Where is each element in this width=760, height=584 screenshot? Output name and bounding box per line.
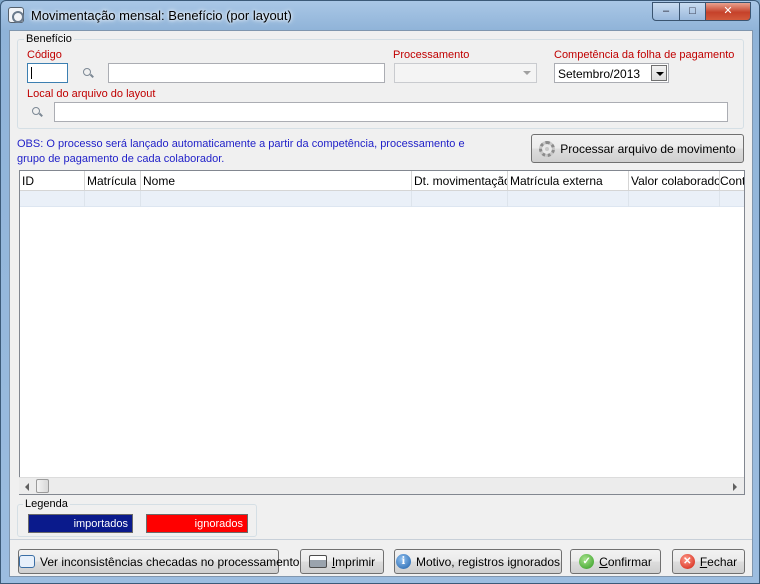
print-button[interactable]: Imprimir (300, 549, 384, 574)
confirm-label: Confirmar (599, 554, 652, 569)
close-circle-icon: ✕ (679, 554, 695, 570)
scroll-thumb[interactable] (36, 479, 49, 493)
processamento-dropdown-button[interactable] (519, 65, 535, 81)
column-header-matricula-externa[interactable]: Matrícula externa (508, 171, 629, 191)
arrow-right-icon (733, 483, 737, 491)
local-arquivo-label: Local do arquivo do layout (27, 88, 156, 100)
beneficio-descricao-input[interactable] (108, 63, 385, 83)
column-header-dt-movimentacao[interactable]: Dt. movimentação (412, 171, 508, 191)
column-header-contra[interactable]: Contra (720, 171, 744, 191)
obs-note: OBS: O processo será lançado automaticam… (17, 138, 465, 165)
table-cell (629, 191, 720, 207)
minimize-button[interactable]: – (652, 2, 680, 21)
local-arquivo-input[interactable] (54, 102, 728, 122)
maximize-button[interactable]: □ (679, 2, 706, 21)
processamento-label: Processamento (393, 49, 470, 61)
print-label: Imprimir (331, 554, 376, 569)
competencia-label: Competência da folha de pagamento (554, 49, 735, 61)
competencia-value: Setembro/2013 (558, 67, 641, 81)
process-file-label: Processar arquivo de movimento (560, 142, 736, 156)
check-icon: ✓ (579, 554, 595, 570)
table-cell (141, 191, 412, 207)
movement-grid[interactable]: ID Matrícula Nome Dt. movimentação Matrí… (19, 170, 745, 495)
horizontal-scrollbar[interactable] (19, 477, 744, 494)
codigo-input[interactable] (27, 63, 68, 83)
search-arquivo-icon[interactable] (32, 107, 43, 118)
close-window-button[interactable]: ✕ (705, 2, 751, 21)
close-button[interactable]: ✕ Fechar (672, 549, 745, 574)
view-inconsistencies-label: Ver inconsistências checadas no processa… (40, 554, 300, 569)
close-label: Fechar (699, 554, 738, 569)
view-inconsistencies-button[interactable]: Ver inconsistências checadas no processa… (18, 549, 299, 574)
confirm-button[interactable]: ✓ Confirmar (570, 549, 661, 574)
grid-header: ID Matrícula Nome Dt. movimentação Matrí… (20, 171, 744, 191)
legend-group-label: Legenda (23, 498, 70, 510)
arrow-left-icon (25, 483, 29, 491)
client-area: Benefício Código Processamento Competênc… (9, 30, 753, 577)
beneficio-group-label: Benefício (24, 33, 74, 45)
gear-icon (539, 141, 556, 157)
footer-separator (10, 539, 752, 540)
scroll-left-button[interactable] (19, 478, 36, 495)
legend-importados: importados (28, 514, 133, 533)
chevron-down-icon (656, 72, 664, 76)
title-bar[interactable]: Movimentação mensal: Benefício (por layo… (1, 1, 759, 29)
table-cell (508, 191, 629, 207)
chat-icon (19, 555, 35, 569)
table-row[interactable] (20, 191, 744, 207)
column-header-valor-colaborador[interactable]: Valor colaborador (629, 171, 720, 191)
codigo-label: Código (27, 49, 62, 61)
column-header-nome[interactable]: Nome (141, 171, 412, 191)
search-codigo-icon[interactable] (83, 68, 94, 79)
app-icon[interactable] (8, 7, 24, 23)
chevron-down-icon (523, 71, 531, 75)
ignored-reason-button[interactable]: i Motivo, registros ignorados (394, 549, 562, 574)
scroll-right-button[interactable] (726, 478, 743, 495)
competencia-select[interactable]: Setembro/2013 (554, 63, 669, 83)
competencia-dropdown-button[interactable] (651, 65, 667, 81)
printer-icon (308, 555, 327, 569)
main-window: Movimentação mensal: Benefício (por layo… (0, 0, 760, 584)
info-icon: i (395, 554, 411, 570)
table-cell (412, 191, 508, 207)
text-caret (31, 67, 32, 79)
processamento-select[interactable] (394, 63, 537, 83)
table-cell (85, 191, 141, 207)
window-title: Movimentação mensal: Benefício (por layo… (31, 8, 292, 23)
column-header-id[interactable]: ID (20, 171, 85, 191)
column-header-matricula[interactable]: Matrícula (85, 171, 141, 191)
legend-ignorados: ignorados (146, 514, 248, 533)
ignored-reason-label: Motivo, registros ignorados (415, 554, 561, 569)
table-cell (20, 191, 85, 207)
process-file-button[interactable]: Processar arquivo de movimento (531, 134, 744, 163)
